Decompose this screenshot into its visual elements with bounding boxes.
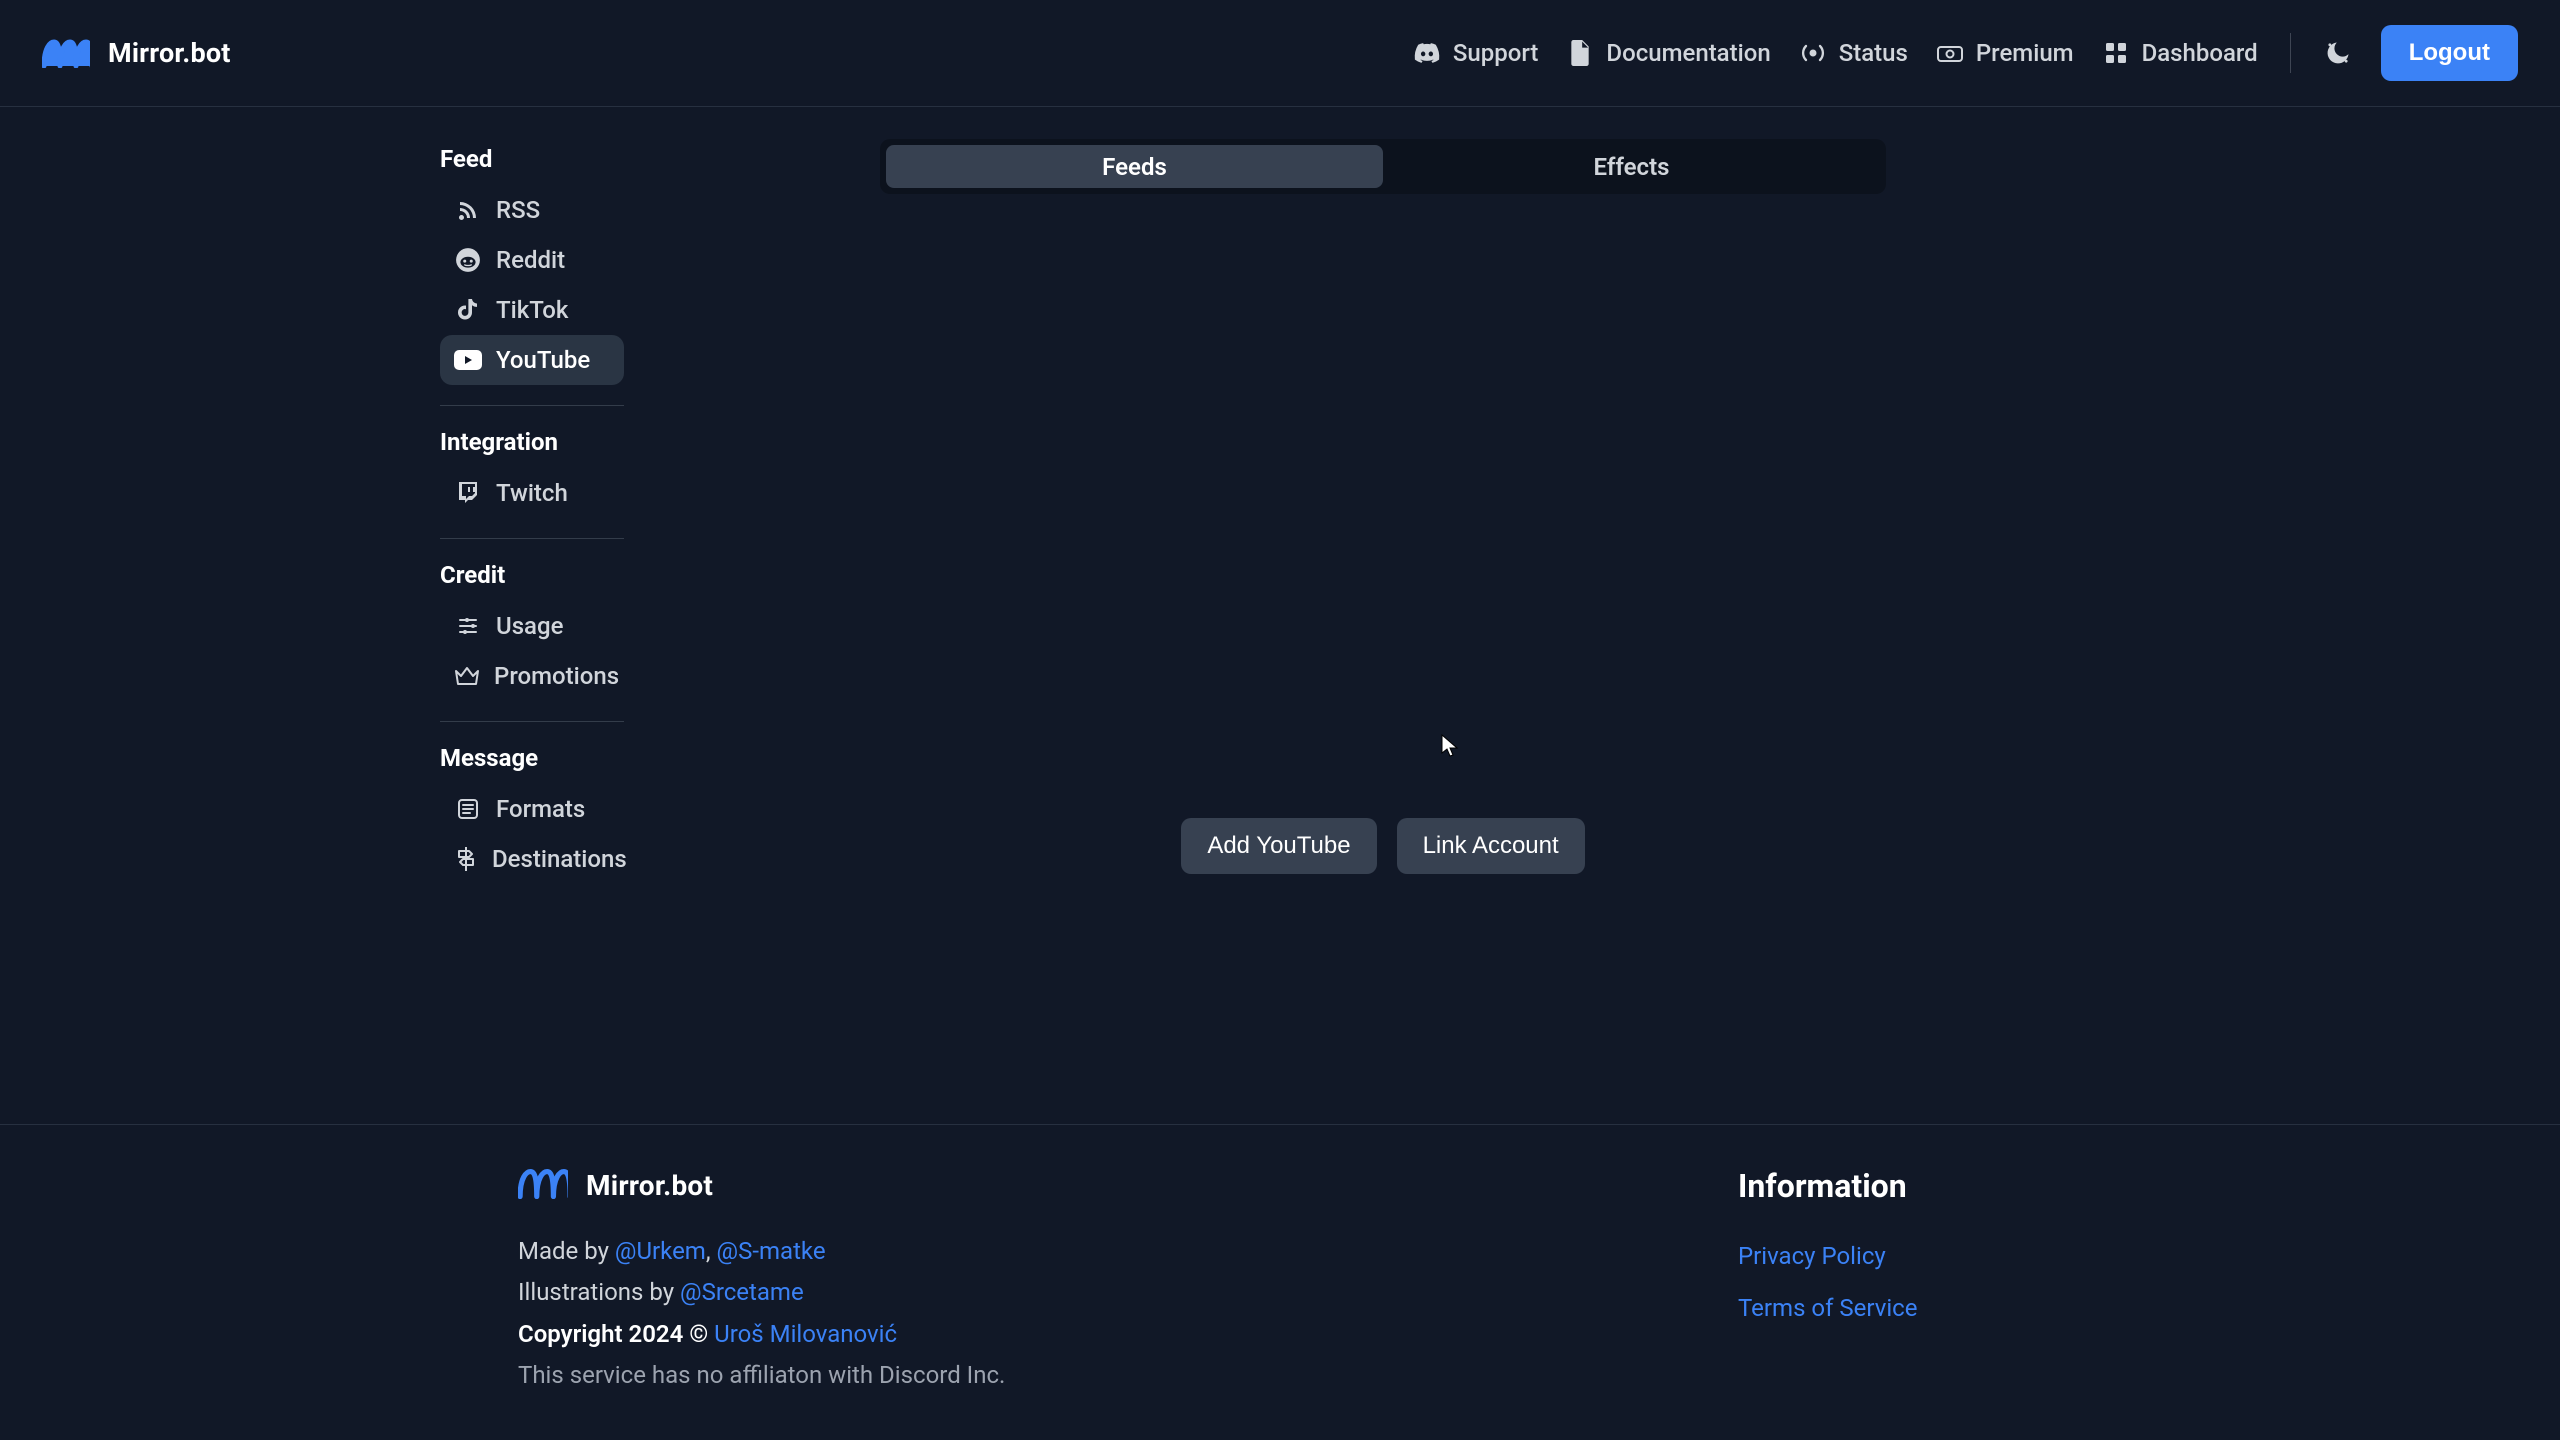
list-icon	[454, 795, 482, 823]
nav-status-label: Status	[1839, 39, 1908, 67]
tab-effects[interactable]: Effects	[1383, 145, 1880, 188]
add-youtube-label: Add YouTube	[1207, 832, 1350, 859]
topbar: Mirror.bot Support Documentation Status …	[0, 0, 2560, 107]
footer-link-author[interactable]: Uroš Milovanović	[714, 1320, 897, 1348]
footer-copyright: Copyright 2024 © Uroš Milovanović	[518, 1314, 1418, 1355]
nav-dashboard-label: Dashboard	[2142, 39, 2258, 67]
link-account-label: Link Account	[1423, 832, 1559, 859]
broadcast-icon	[1799, 39, 1827, 67]
footer-link-srcetame[interactable]: @Srcetame	[680, 1278, 804, 1306]
premium-icon	[1936, 39, 1964, 67]
footer: Mirror.bot Made by @Urkem, @S-matke Illu…	[0, 1124, 2560, 1396]
main-tabs: Feeds Effects	[880, 139, 1886, 194]
topnav: Support Documentation Status Premium Das…	[1413, 25, 2518, 81]
sidebar-item-destinations[interactable]: Destinations	[440, 834, 624, 884]
footer-made-by-prefix: Made by	[518, 1237, 615, 1265]
sidebar-separator	[440, 405, 624, 406]
nav-support[interactable]: Support	[1413, 39, 1539, 67]
brand-logo-icon	[42, 38, 90, 68]
footer-illustrations-prefix: Illustrations by	[518, 1278, 680, 1306]
nav-support-label: Support	[1453, 39, 1539, 67]
nav-status[interactable]: Status	[1799, 39, 1908, 67]
footer-brand[interactable]: Mirror.bot	[518, 1167, 1418, 1203]
footer-link-privacy[interactable]: Privacy Policy	[1738, 1231, 1917, 1283]
link-account-button[interactable]: Link Account	[1397, 818, 1585, 874]
dashboard-icon	[2102, 39, 2130, 67]
footer-illustrations: Illustrations by @Srcetame	[518, 1272, 1418, 1313]
nav-premium[interactable]: Premium	[1936, 39, 2074, 67]
footer-right: Information Privacy Policy Terms of Serv…	[1738, 1167, 1917, 1396]
footer-disclaimer: This service has no affiliaton with Disc…	[518, 1355, 1418, 1396]
rss-icon	[454, 196, 482, 224]
footer-link-tos[interactable]: Terms of Service	[1738, 1283, 1917, 1335]
main-panel: Feeds Effects	[880, 139, 1886, 194]
sidebar: Feed RSS Reddit TikTok YouTube Integrati…	[440, 143, 624, 884]
sidebar-item-usage[interactable]: Usage	[440, 601, 624, 651]
sidebar-item-label: Reddit	[496, 246, 565, 274]
twitch-icon	[454, 479, 482, 507]
tab-effects-label: Effects	[1594, 153, 1670, 181]
sidebar-item-label: YouTube	[496, 346, 590, 374]
action-row: Add YouTube Link Account	[880, 818, 1886, 874]
cursor-icon	[1441, 734, 1459, 758]
sidebar-separator	[440, 721, 624, 722]
footer-info-heading: Information	[1738, 1167, 1917, 1205]
add-youtube-button[interactable]: Add YouTube	[1181, 818, 1376, 874]
moon-icon	[2324, 39, 2352, 67]
signpost-icon	[454, 845, 478, 873]
footer-made-by: Made by @Urkem, @S-matke	[518, 1231, 1418, 1272]
logout-label: Logout	[2409, 39, 2490, 66]
nav-premium-label: Premium	[1976, 39, 2074, 67]
sidebar-item-tiktok[interactable]: TikTok	[440, 285, 624, 335]
sidebar-item-reddit[interactable]: Reddit	[440, 235, 624, 285]
sliders-icon	[454, 612, 482, 640]
nav-documentation-label: Documentation	[1606, 39, 1770, 67]
nav-documentation[interactable]: Documentation	[1566, 39, 1770, 67]
theme-toggle-button[interactable]	[2323, 38, 2353, 68]
sidebar-item-label: Twitch	[496, 479, 568, 507]
reddit-icon	[454, 246, 482, 274]
sidebar-item-twitch[interactable]: Twitch	[440, 468, 624, 518]
nav-separator	[2290, 33, 2291, 73]
file-icon	[1566, 39, 1594, 67]
sidebar-separator	[440, 538, 624, 539]
sidebar-item-youtube[interactable]: YouTube	[440, 335, 624, 385]
footer-made-by-sep: ,	[706, 1237, 717, 1265]
sidebar-item-label: RSS	[496, 196, 540, 224]
sidebar-item-label: Formats	[496, 795, 585, 823]
sidebar-group-feed-title: Feed	[440, 143, 624, 185]
footer-left: Mirror.bot Made by @Urkem, @S-matke Illu…	[518, 1167, 1418, 1396]
logout-button[interactable]: Logout	[2381, 25, 2518, 81]
sidebar-group-credit-title: Credit	[440, 559, 624, 601]
brand-name: Mirror.bot	[108, 37, 231, 69]
sidebar-item-label: Destinations	[492, 845, 627, 873]
sidebar-item-promotions[interactable]: Promotions	[440, 651, 624, 701]
tab-feeds[interactable]: Feeds	[886, 145, 1383, 188]
footer-link-urkem[interactable]: @Urkem	[615, 1237, 706, 1265]
sidebar-item-rss[interactable]: RSS	[440, 185, 624, 235]
sidebar-group-message-title: Message	[440, 742, 624, 784]
footer-brand-name: Mirror.bot	[586, 1169, 713, 1202]
crown-icon	[454, 662, 480, 690]
tiktok-icon	[454, 296, 482, 324]
sidebar-item-label: TikTok	[496, 296, 568, 324]
sidebar-item-formats[interactable]: Formats	[440, 784, 624, 834]
tab-feeds-label: Feeds	[1102, 153, 1167, 181]
sidebar-group-integration-title: Integration	[440, 426, 624, 468]
youtube-icon	[454, 346, 482, 374]
brand-logo-icon	[518, 1167, 568, 1203]
sidebar-item-label: Usage	[496, 612, 563, 640]
discord-icon	[1413, 39, 1441, 67]
sidebar-item-label: Promotions	[494, 662, 619, 690]
footer-copyright-prefix: Copyright 2024 ©	[518, 1320, 714, 1348]
nav-dashboard[interactable]: Dashboard	[2102, 39, 2258, 67]
brand[interactable]: Mirror.bot	[42, 37, 231, 69]
footer-link-smatke[interactable]: @S-matke	[717, 1237, 826, 1265]
